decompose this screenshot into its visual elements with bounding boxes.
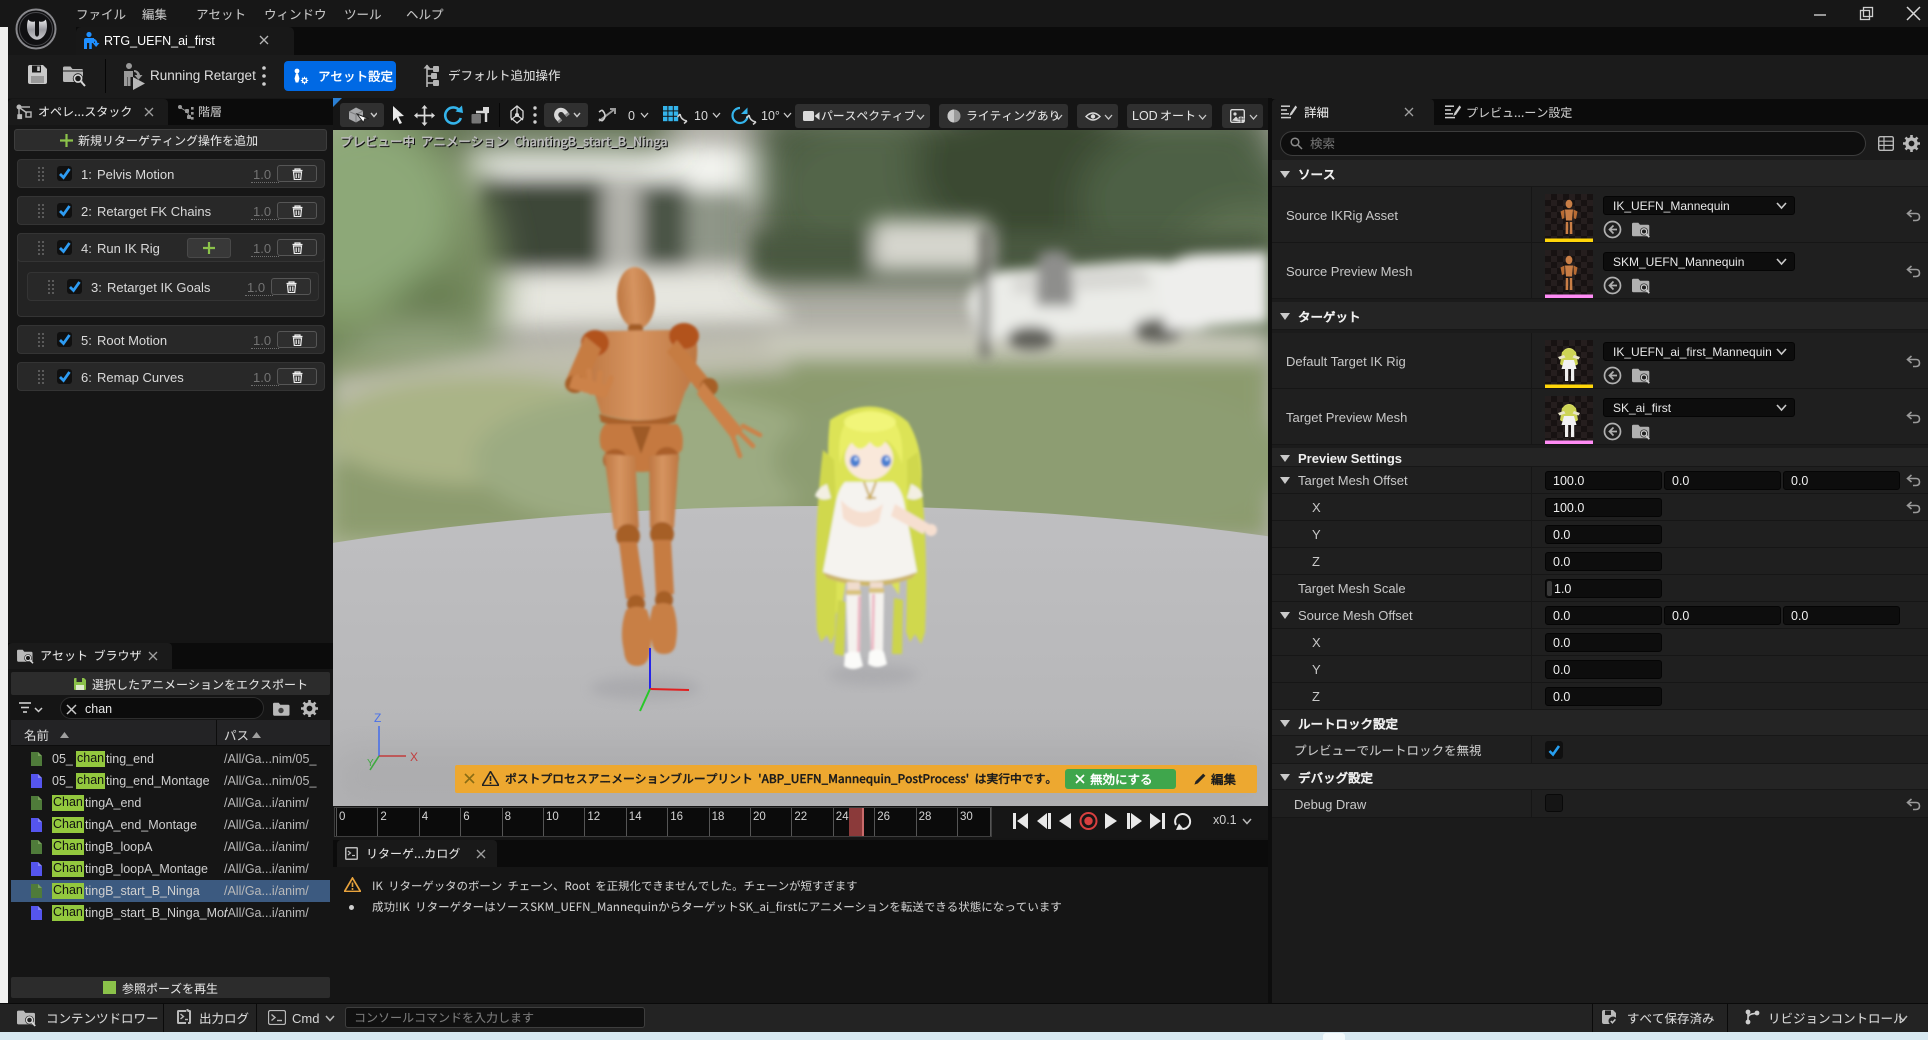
svg-text:Z: Z — [374, 711, 381, 725]
svg-text:X: X — [410, 750, 418, 764]
svg-text:Y: Y — [367, 758, 374, 769]
